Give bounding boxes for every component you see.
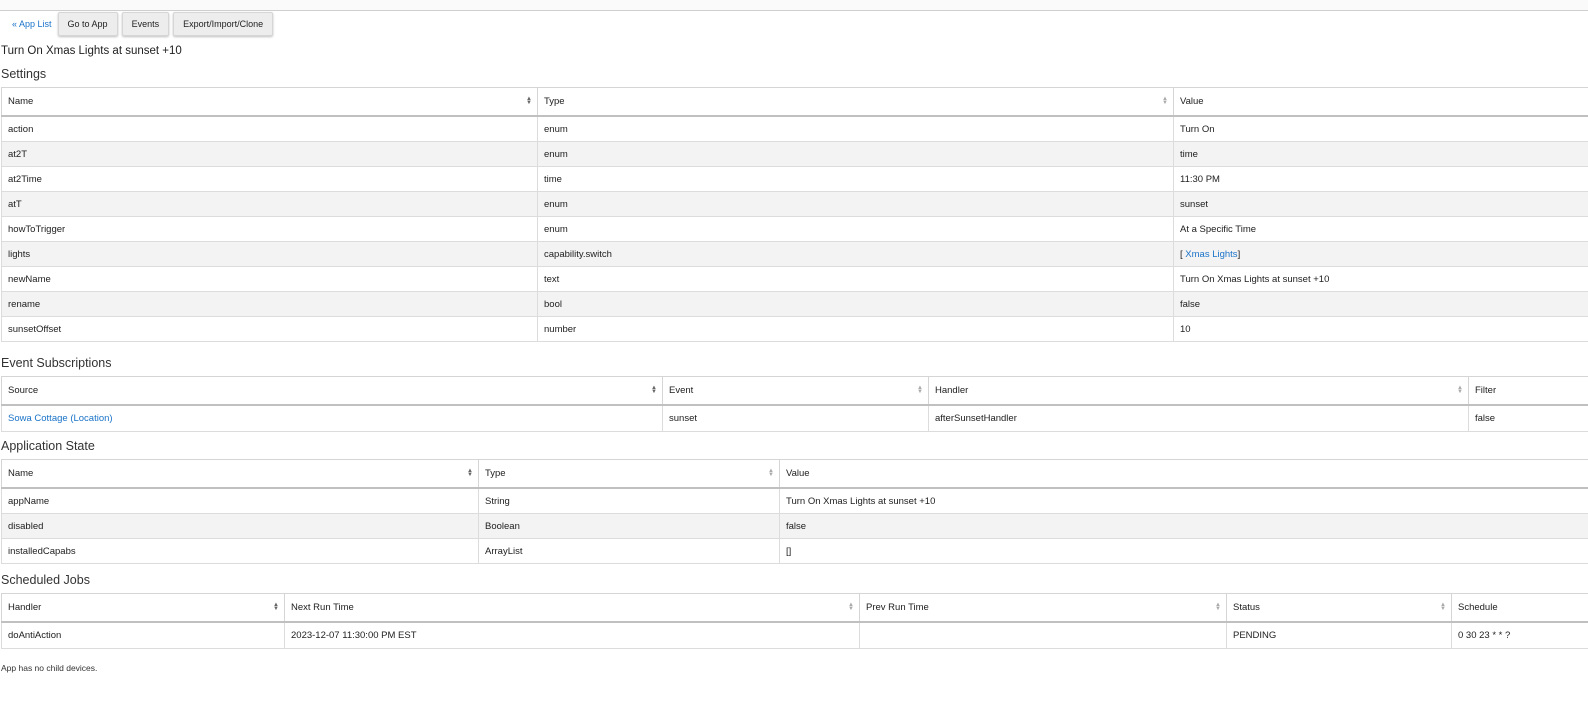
table-row: rename bool false: [1, 291, 1588, 317]
table-row: lights capability.switch[ Xmas Lights]: [1, 241, 1588, 267]
sort-icon: ▲ ▼: [526, 96, 532, 106]
xmas-lights-device-link[interactable]: Xmas Lights: [1185, 249, 1237, 260]
scheduled-jobs-title: Scheduled Jobs: [1, 573, 90, 587]
export-import-clone-button[interactable]: Export/Import/Clone: [173, 12, 274, 36]
app-list-link[interactable]: « App List: [12, 19, 52, 29]
table-row: at2Time time 11:30 PM: [1, 166, 1588, 192]
settings-table: Name ▲ ▼ Type ▲ ▼ Value action enum Turn On at…: [1, 87, 1588, 342]
sort-icon: ▲ ▼: [1162, 96, 1168, 106]
table-row: doAntiAction 2023-12-07 11:30:00 PM EST …: [1, 621, 1588, 649]
state-header-name[interactable]: Name ▲ ▼: [1, 459, 479, 489]
table-row: action enum Turn On: [1, 115, 1588, 142]
table-row: atT enum sunset: [1, 191, 1588, 217]
table-row: at2T enum time: [1, 141, 1588, 167]
toolbar: « App List Go to App Events Export/Impor…: [6, 12, 277, 36]
jobs-header-next-run-time[interactable]: Next Run Time ▲ ▼: [284, 593, 860, 623]
sort-icon: ▲ ▼: [273, 602, 279, 612]
subscriptions-table: Source ▲ ▼ Event ▲ ▼ Handler ▲ ▼ Filter Sowa C…: [1, 376, 1588, 432]
source-location-link[interactable]: Sowa Cottage (Location): [8, 413, 113, 424]
app-title: Turn On Xmas Lights at sunset +10: [1, 45, 182, 57]
table-row: sunsetOffset number 10: [1, 316, 1588, 342]
settings-header-value[interactable]: Value: [1173, 87, 1588, 117]
settings-header-name[interactable]: Name ▲ ▼: [1, 87, 538, 117]
sort-icon: ▲ ▼: [1457, 385, 1463, 395]
sort-icon: ▲ ▼: [651, 385, 657, 395]
jobs-header-handler[interactable]: Handler ▲ ▼: [1, 593, 285, 623]
table-row: disabled Boolean false: [1, 513, 1588, 539]
table-row: newName text Turn On Xmas Lights at sunset…: [1, 266, 1588, 292]
jobs-header-schedule[interactable]: Schedule: [1451, 593, 1588, 623]
subscriptions-header-source[interactable]: Source ▲ ▼: [1, 376, 663, 406]
state-header-type[interactable]: Type ▲ ▼: [478, 459, 780, 489]
sort-icon: ▲ ▼: [917, 385, 923, 395]
sort-icon: ▲ ▼: [1215, 602, 1221, 612]
child-devices-note: App has no child devices.: [1, 663, 98, 673]
event-subscriptions-title: Event Subscriptions: [1, 356, 112, 370]
settings-header-type[interactable]: Type ▲ ▼: [537, 87, 1174, 117]
events-button[interactable]: Events: [121, 12, 170, 36]
subscriptions-header-filter[interactable]: Filter: [1468, 376, 1588, 406]
sort-icon: ▲ ▼: [1440, 602, 1446, 612]
jobs-table: Handler ▲ ▼ Next Run Time ▲ ▼ Prev Run Time ▲…: [1, 593, 1588, 649]
table-row: howToTrigger enum At a Specific Time: [1, 216, 1588, 242]
sort-icon: ▲ ▼: [768, 468, 774, 478]
go-to-app-button[interactable]: Go to App: [57, 12, 118, 36]
subscriptions-header-event[interactable]: Event ▲ ▼: [662, 376, 929, 406]
sort-icon: ▲ ▼: [467, 468, 473, 478]
settings-title: Settings: [1, 67, 47, 81]
subscriptions-header-handler[interactable]: Handler ▲ ▼: [928, 376, 1469, 406]
state-table: Name ▲ ▼ Type ▲ ▼ Value appName String Turn On…: [1, 459, 1588, 564]
state-header-value[interactable]: Value: [779, 459, 1588, 489]
application-state-title: Application State: [1, 439, 95, 453]
table-row: installedCapabs ArrayList[]: [1, 538, 1588, 564]
jobs-header-status[interactable]: Status ▲ ▼: [1226, 593, 1452, 623]
table-row: Sowa Cottage (Location) sunset afterSuns…: [1, 404, 1588, 432]
sort-icon: ▲ ▼: [848, 602, 854, 612]
jobs-header-prev-run-time[interactable]: Prev Run Time ▲ ▼: [859, 593, 1227, 623]
table-row: appName String Turn On Xmas Lights at suns…: [1, 487, 1588, 514]
top-bar: [0, 0, 1588, 11]
